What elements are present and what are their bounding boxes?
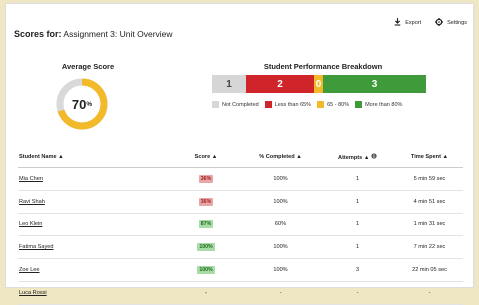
completed-cell: 100% (242, 190, 319, 214)
performance-breakdown-bar: 1 2 0 3 (212, 75, 426, 93)
legend-label: 65 - 80% (327, 101, 350, 108)
export-button[interactable]: Export (394, 18, 421, 28)
time-spent-cell: - (396, 281, 463, 305)
legend-swatch (264, 101, 272, 108)
completed-cell: 60% (242, 213, 319, 237)
student-scores-table: Student Name ▲ Score ▲ % Completed ▲ Att… (18, 147, 463, 305)
performance-breakdown-title: Student Performance Breakdown (263, 62, 383, 71)
legend-label: Less than 65% (274, 101, 312, 108)
settings-button[interactable]: Settings (435, 18, 467, 28)
settings-label: Settings (447, 20, 467, 26)
table-row: Mia Chen 36% 100% 1 5 min 59 sec (18, 167, 463, 191)
time-spent-cell: 22 min 05 sec (396, 258, 463, 282)
attempts-cell: 1 (319, 167, 396, 191)
completed-cell: 100% (242, 235, 319, 260)
score-cell: 36% (170, 167, 242, 191)
legend-swatch (317, 101, 325, 108)
assignment-name: Assignment 3: Unit Overview (61, 29, 173, 39)
time-spent-cell: 1 min 31 sec (396, 213, 463, 237)
completed-cell: 100% (242, 167, 319, 191)
segment-not-completed: 1 (212, 75, 246, 93)
score-cell: 36% (170, 190, 242, 214)
average-score-number: 70 (71, 96, 87, 112)
page-title: Scores for: Assignment 3: Unit Overview (14, 29, 173, 39)
attempts-cell: 1 (319, 235, 396, 260)
time-spent-cell: 7 min 22 sec (396, 235, 463, 260)
score-badge: 100% (197, 266, 215, 275)
average-score-title: Average Score (61, 62, 115, 71)
download-icon (394, 18, 401, 28)
student-name-link[interactable]: Luca Rossi (18, 281, 170, 305)
legend-item: Not Completed (212, 101, 259, 108)
score-badge: 36% (198, 197, 214, 206)
legend-item: More than 80% (355, 101, 402, 108)
score-badge: 36% (198, 174, 214, 183)
attempts-cell: 3 (319, 258, 396, 282)
attempts-cell: 1 (319, 213, 396, 237)
legend-label: Not Completed (222, 101, 259, 108)
table-row: Zoe Lee 100% 100% 3 22 min 05 sec (18, 258, 463, 282)
sort-icon: ▲ (296, 154, 302, 160)
legend-swatch (355, 101, 363, 108)
student-name-link[interactable]: Ravi Shah (18, 190, 170, 214)
table-row: Ravi Shah 36% 100% 1 4 min 51 sec (18, 190, 463, 214)
page-title-label: Scores for: (14, 29, 62, 39)
column-header-time-spent[interactable]: Time Spent ▲ (396, 147, 463, 168)
toolbar: Export Settings (394, 18, 467, 28)
table-row: Fatima Sayed 100% 100% 1 7 min 22 sec (18, 235, 463, 260)
sort-icon: ▲ (363, 155, 370, 161)
column-header-student-name[interactable]: Student Name ▲ (18, 147, 170, 168)
info-icon[interactable] (371, 153, 377, 161)
sort-icon: ▲ (211, 154, 218, 160)
score-badge: 100% (197, 243, 215, 252)
score-badge: 87% (198, 220, 214, 229)
legend-label: More than 80% (365, 101, 403, 108)
student-name-link[interactable]: Fatima Sayed (18, 235, 170, 260)
column-header-attempts[interactable]: Attempts ▲ (319, 147, 396, 168)
segment-more-than-80: 3 (323, 75, 426, 93)
table-row: Luca Rossi - - - - (18, 281, 463, 305)
legend-item: 65 - 80% (317, 101, 349, 108)
completed-cell: 100% (242, 258, 319, 282)
student-name-link[interactable]: Leo Klein (18, 213, 170, 237)
segment-less-than-65: 2 (246, 75, 314, 93)
segment-65-80: 0 (314, 75, 323, 93)
score-cell: - (170, 281, 242, 305)
gear-icon (435, 18, 444, 28)
attempts-cell: - (319, 281, 396, 305)
sort-icon: ▲ (58, 154, 64, 160)
column-header-score[interactable]: Score ▲ (170, 147, 242, 168)
table-header-row: Student Name ▲ Score ▲ % Completed ▲ Att… (18, 147, 463, 168)
legend-swatch (212, 101, 219, 108)
time-spent-cell: 4 min 51 sec (396, 190, 463, 214)
column-header-completed[interactable]: % Completed ▲ (242, 147, 319, 168)
legend-item: Less than 65% (264, 101, 312, 108)
average-score-unit: % (86, 100, 93, 108)
attempts-cell: 1 (319, 190, 396, 214)
student-name-link[interactable]: Mia Chen (18, 167, 170, 191)
sort-icon: ▲ (442, 154, 449, 160)
average-score-value: 70% (54, 76, 110, 132)
average-score-gauge: 70% (54, 76, 110, 132)
table-row: Leo Klein 87% 60% 1 1 min 31 sec (18, 213, 463, 237)
score-cell: 100% (170, 258, 242, 282)
scores-panel: Scores for: Assignment 3: Unit Overview … (6, 4, 473, 305)
export-label: Export (405, 20, 422, 26)
completed-cell: - (242, 281, 319, 305)
score-badge: - (205, 289, 207, 296)
breakdown-legend: Not Completed Less than 65% 65 - 80% Mor… (212, 101, 402, 108)
score-cell: 87% (170, 213, 242, 237)
student-name-link[interactable]: Zoe Lee (18, 258, 170, 282)
time-spent-cell: 5 min 59 sec (396, 167, 463, 191)
score-cell: 100% (170, 235, 242, 260)
